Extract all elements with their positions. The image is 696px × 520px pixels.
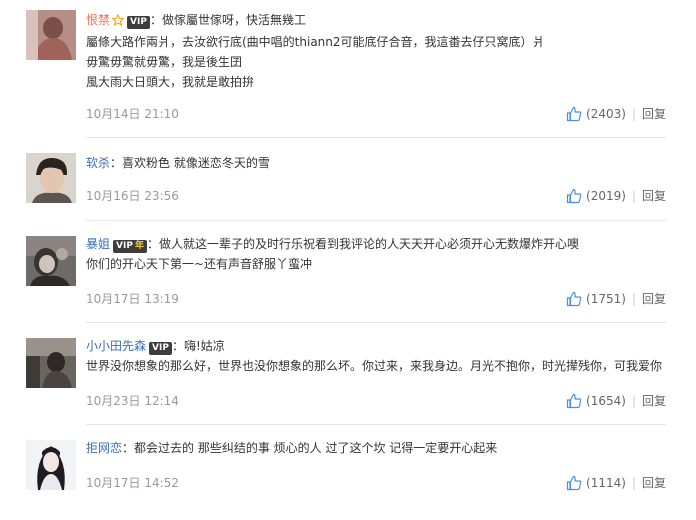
comment-text: 風大雨大日頭大，我就是敢拍拚	[86, 75, 255, 89]
separator: |	[631, 292, 636, 306]
comment-text: 世界没你想象的那么好，世界也没你想象的那么坏。你过来，来我身边。月光不抱你，时光…	[86, 359, 663, 373]
like-count: (1751)	[586, 292, 626, 306]
comment-text: ：嗨!姑凉	[171, 339, 225, 353]
username[interactable]: 小小田先森	[86, 339, 146, 353]
like-count: (1654)	[586, 394, 626, 408]
vip-badge: VIP	[127, 16, 150, 29]
like-count: (1114)	[586, 476, 626, 490]
timestamp: 10月17日 13:19	[86, 292, 179, 306]
username[interactable]: 拒网恋	[86, 441, 122, 455]
comment-text: ：做傢屬世傢呀，快活無幾工	[149, 13, 306, 27]
thumbs-up-icon[interactable]	[566, 106, 582, 128]
username[interactable]: 软杀	[86, 156, 110, 170]
vip-badge: VIP	[149, 342, 172, 355]
separator: |	[631, 476, 636, 490]
separator: |	[631, 107, 636, 121]
divider	[86, 322, 666, 323]
like-count: (2019)	[586, 189, 626, 203]
comment-meta: 10月17日 14:52 (1114) | 回复	[86, 473, 666, 493]
comment-text: 屬條大路作兩爿，去汝欲行底(曲中唱的thiann2可能底仔合音，我這畨去仔只窝底…	[86, 35, 545, 49]
comment-meta: 10月16日 23:56 (2019) | 回复	[86, 186, 666, 206]
separator: |	[631, 394, 636, 408]
divider	[86, 137, 666, 138]
avatar[interactable]	[26, 236, 76, 286]
username[interactable]: 恨禁	[86, 13, 110, 27]
thumbs-up-icon[interactable]	[566, 291, 582, 313]
thumbs-up-icon[interactable]	[566, 188, 582, 210]
comment-text: ：都会过去的 那些纠结的事 烦心的人 过了这个坎 记得一定要开心起来	[122, 441, 498, 455]
reply-link[interactable]: 回复	[642, 292, 666, 306]
comment-meta: 10月14日 21:10 (2403) | 回复	[86, 104, 666, 124]
avatar[interactable]	[26, 10, 76, 60]
comment-text: 毋驚毋驚就毋驚，我是後生囝	[86, 55, 243, 69]
avatar[interactable]	[26, 440, 76, 490]
thumbs-up-icon[interactable]	[566, 475, 582, 497]
comment-meta: 10月23日 12:14 (1654) | 回复	[86, 391, 666, 411]
reply-link[interactable]: 回复	[642, 394, 666, 408]
avatar[interactable]	[26, 153, 76, 203]
separator: |	[631, 189, 636, 203]
like-count: (2403)	[586, 107, 626, 121]
comment-text: 你们的开心天下第一~还有声音舒服丫蛮冲	[86, 257, 313, 271]
star-badge-icon	[111, 12, 125, 32]
comment-text: ：喜欢粉色 就像迷恋冬天的雪	[110, 156, 270, 170]
divider	[86, 220, 666, 221]
timestamp: 10月17日 14:52	[86, 476, 179, 490]
timestamp: 10月23日 12:14	[86, 394, 179, 408]
vip-badge: VIP 年	[113, 240, 147, 253]
reply-link[interactable]: 回复	[642, 107, 666, 121]
comment-meta: 10月17日 13:19 (1751) | 回复	[86, 289, 666, 309]
comment-text: ：做人就这一辈子的及时行乐祝看到我评论的人天天开心必须开心无数爆炸开心噢	[146, 237, 579, 251]
reply-link[interactable]: 回复	[642, 189, 666, 203]
divider	[86, 424, 666, 425]
reply-link[interactable]: 回复	[642, 476, 666, 490]
avatar[interactable]	[26, 338, 76, 388]
thumbs-up-icon[interactable]	[566, 393, 582, 415]
timestamp: 10月14日 21:10	[86, 107, 179, 121]
username[interactable]: 暴姐	[86, 237, 110, 251]
timestamp: 10月16日 23:56	[86, 189, 179, 203]
